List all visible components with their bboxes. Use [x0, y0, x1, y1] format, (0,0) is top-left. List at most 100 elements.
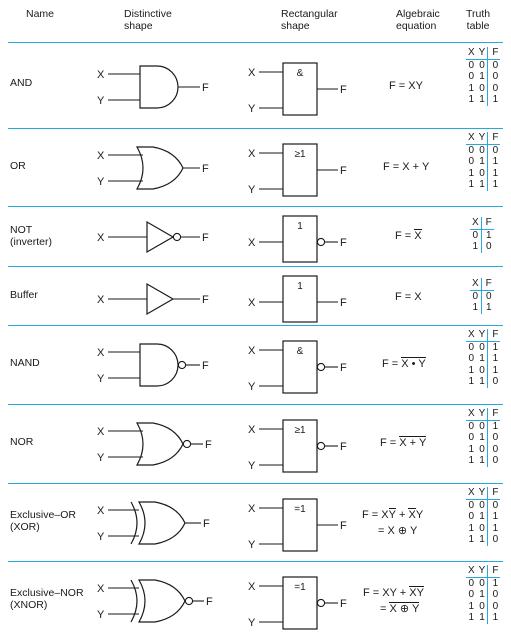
- truth-table-not: X F 0 1 1 0: [470, 217, 494, 253]
- tt-cell: 1: [468, 82, 475, 94]
- equation-xnor: F = XY + XY = X ⊕ Y: [363, 586, 424, 616]
- gate-name-not: NOT (inverter): [10, 224, 53, 248]
- gate-name-nor: NOR: [10, 436, 34, 448]
- tt-cell: 1: [468, 364, 475, 376]
- truth-table-nand: X Y F 0 0 1 0 1 1 1 0 1 1 1 0: [466, 329, 501, 388]
- xor-rect-symbol: X Y =1 F: [246, 496, 356, 552]
- equation-xor-line1-tail: Y: [415, 509, 424, 521]
- equation-xor-line1-bar1: Y: [388, 508, 396, 521]
- table-row: 1 1 0: [466, 455, 501, 467]
- svg-text:X: X: [248, 424, 256, 436]
- tt-cell: 0: [468, 577, 475, 589]
- tt-header: F: [487, 329, 501, 342]
- tt-cell: 0: [479, 499, 485, 511]
- table-row: 1 0 1: [466, 522, 501, 535]
- table-row: 0 1: [470, 229, 494, 242]
- tt-cell: 1: [468, 612, 475, 624]
- equation-xor-line1-bar2: X: [408, 508, 416, 521]
- tt-cell: 1: [480, 302, 494, 314]
- table-row: 0 0 0: [466, 59, 501, 72]
- svg-text:Y: Y: [97, 609, 105, 621]
- tt-cell: 0: [487, 82, 501, 95]
- tt-cell: 1: [487, 341, 501, 354]
- svg-text:X: X: [248, 503, 256, 515]
- tt-cell: 0: [487, 432, 501, 444]
- table-row-xor: Exclusive–OR (XOR) X Y F X Y =1 F F = XY…: [0, 483, 511, 561]
- tt-header: X: [466, 565, 477, 578]
- svg-text:F: F: [340, 84, 347, 96]
- tt-cell: 0: [468, 511, 475, 523]
- tt-cell: 0: [487, 443, 501, 456]
- equation-or-lhs: F =: [383, 161, 403, 173]
- svg-text:X: X: [248, 67, 256, 79]
- tt-header: F: [487, 47, 501, 60]
- table-row: 1 1: [470, 302, 494, 314]
- table-row: 0 0 0: [466, 499, 501, 512]
- svg-text:X: X: [97, 347, 105, 359]
- equation-xor-line1-lhs: F = X: [362, 509, 389, 521]
- tt-header: Y: [476, 132, 488, 145]
- tt-cell: 0: [468, 589, 475, 601]
- tt-cell: 0: [480, 241, 494, 253]
- nand-gate-symbol: X Y F: [95, 340, 215, 390]
- svg-text:=1: =1: [294, 582, 306, 593]
- table-row: 0 1 1: [466, 353, 501, 365]
- tt-cell: 0: [487, 59, 501, 72]
- svg-text:X: X: [248, 148, 256, 160]
- table-row: 1 0 0: [466, 443, 501, 456]
- tt-cell: 0: [487, 144, 501, 157]
- tt-cell: 0: [479, 443, 485, 455]
- equation-nor: F = X + Y: [380, 436, 427, 450]
- tt-header: X: [466, 132, 477, 145]
- svg-text:F: F: [202, 82, 209, 94]
- tt-cell: 0: [479, 82, 485, 94]
- equation-nand: F = X • Y: [382, 357, 426, 371]
- xnor-gate-symbol: X Y F: [95, 576, 215, 626]
- svg-text:X: X: [248, 345, 256, 357]
- tt-cell: 1: [479, 376, 485, 388]
- tt-cell: 0: [480, 290, 494, 303]
- tt-cell: 0: [479, 167, 485, 179]
- svg-text:Y: Y: [248, 539, 256, 551]
- tt-cell: 0: [468, 353, 475, 365]
- tt-cell: 0: [479, 144, 485, 156]
- tt-header: F: [480, 217, 494, 230]
- truth-table-xor: X Y F 0 0 0 0 1 1 1 0 1 1 1 0: [466, 487, 501, 546]
- svg-text:1: 1: [297, 221, 303, 232]
- equation-nand-lhs: F =: [382, 358, 402, 370]
- tt-cell: 1: [487, 353, 501, 365]
- equation-nor-bar: X + Y: [399, 436, 427, 449]
- xor-gate-symbol: X Y F: [95, 498, 215, 548]
- tt-header: F: [480, 278, 494, 291]
- tt-cell: 0: [487, 589, 501, 601]
- tt-cell: 0: [479, 364, 485, 376]
- svg-text:F: F: [340, 520, 347, 532]
- table-row-xnor: Exclusive–NOR (XNOR) X Y F X Y =1 F F = …: [0, 561, 511, 639]
- xnor-rect-symbol: X Y =1 F: [246, 574, 356, 630]
- svg-text:F: F: [340, 598, 347, 610]
- logic-gates-reference-table: Name Distinctive shape Rectangular shape…: [0, 0, 511, 639]
- tt-cell: 1: [468, 179, 475, 191]
- svg-text:Y: Y: [97, 452, 105, 464]
- gate-name-buffer: Buffer: [10, 289, 38, 301]
- table-row-and: AND X Y F X Y & F F = XY X Y F 0 0 0 0 1…: [0, 42, 511, 128]
- gate-name-nand: NAND: [10, 357, 40, 369]
- gate-name-and: AND: [10, 77, 33, 89]
- table-row: 0 1 1: [466, 156, 501, 168]
- tt-cell: 1: [487, 364, 501, 377]
- table-header: Name Distinctive shape Rectangular shape…: [0, 6, 511, 40]
- table-row: 0 0: [470, 290, 494, 303]
- tt-header: Y: [476, 487, 488, 500]
- svg-text:F: F: [340, 165, 347, 177]
- tt-header: X: [466, 329, 477, 342]
- equation-buffer: F = X: [395, 290, 422, 304]
- svg-text:F: F: [202, 294, 209, 306]
- tt-cell: 0: [479, 522, 485, 534]
- svg-text:Y: Y: [97, 95, 105, 107]
- table-row: 0 0 1: [466, 341, 501, 354]
- tt-cell: 1: [468, 522, 475, 534]
- tt-cell: 0: [487, 455, 501, 467]
- svg-text:X: X: [97, 232, 105, 244]
- table-row: 0 1 0: [466, 432, 501, 444]
- tt-cell: 0: [468, 420, 475, 432]
